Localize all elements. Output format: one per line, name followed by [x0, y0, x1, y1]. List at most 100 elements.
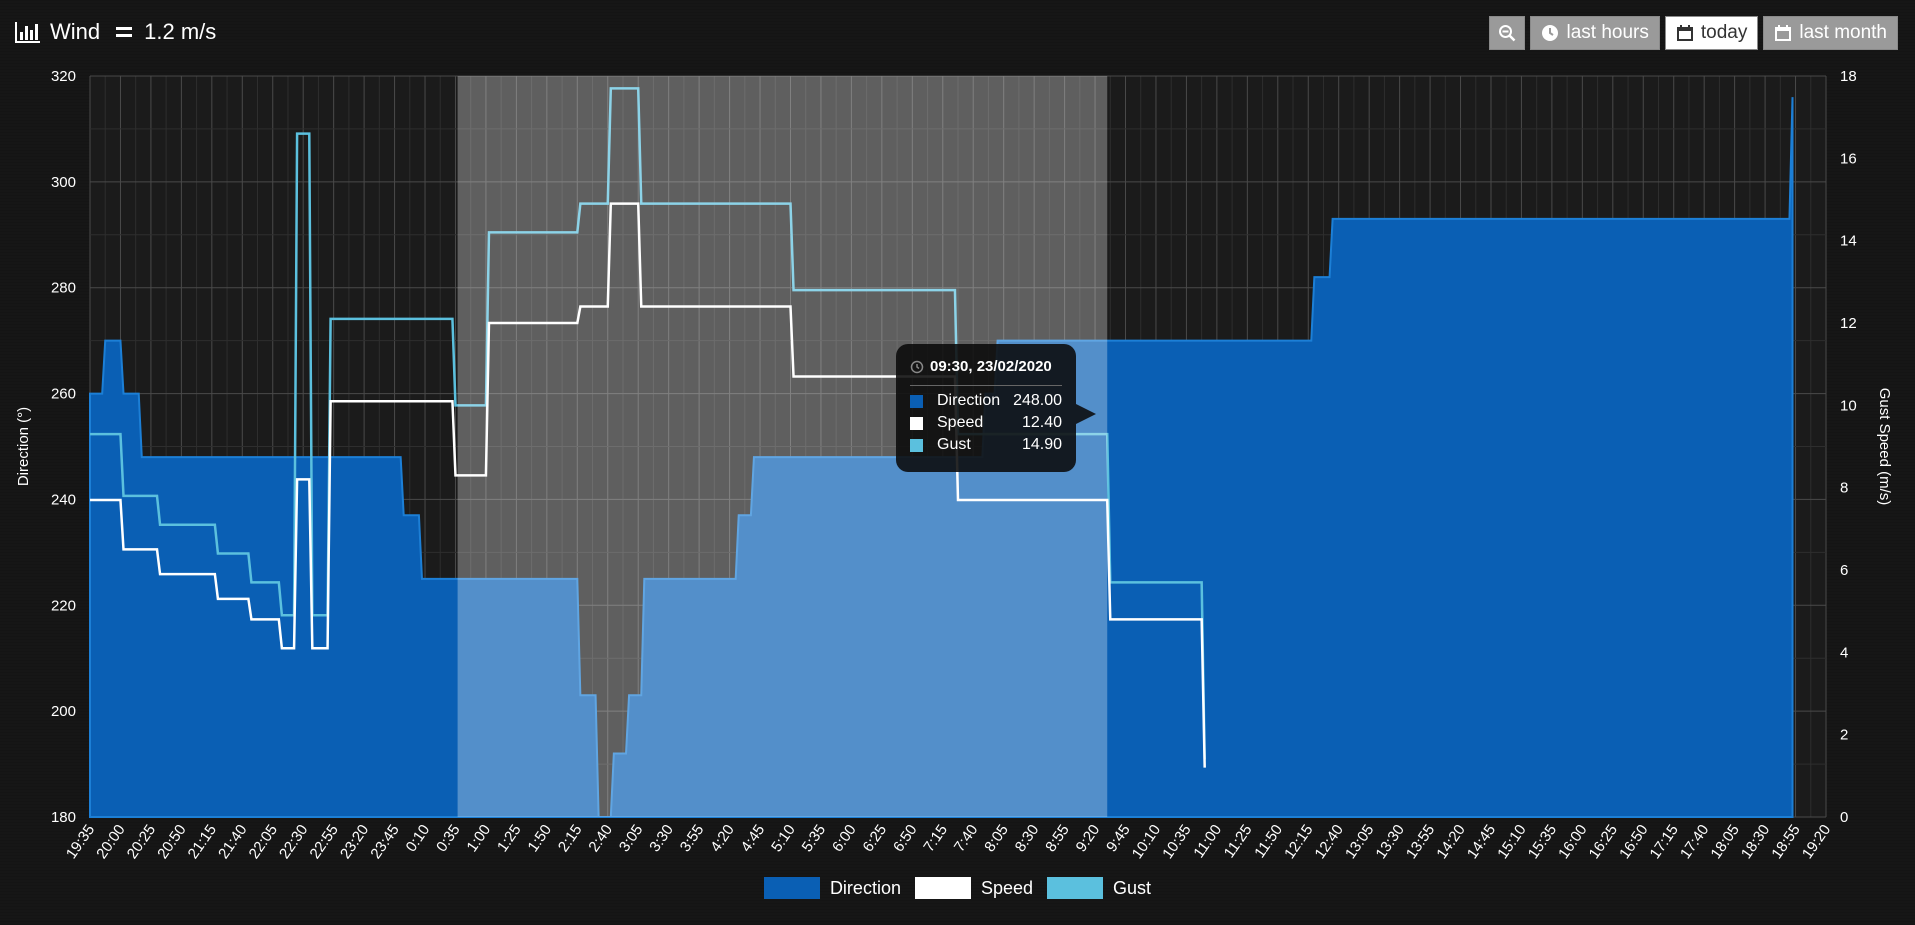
y-tick-label: 220 — [51, 597, 76, 614]
legend-label: Gust — [1113, 877, 1152, 898]
x-tick-label: 16:25 — [1586, 822, 1621, 863]
x-tick-label: 1:25 — [494, 822, 525, 856]
y2-tick-label: 10 — [1840, 397, 1857, 414]
x-tick-label: 10:10 — [1129, 822, 1164, 863]
legend-swatch — [1047, 877, 1104, 899]
y2-tick-label: 4 — [1840, 644, 1848, 661]
y-tick-label: 300 — [51, 174, 76, 191]
tooltip-row-direction: Direction 248.00 — [910, 390, 1062, 412]
y2-tick-label: 16 — [1840, 150, 1857, 167]
tooltip-row-speed: Speed 12.40 — [910, 412, 1062, 434]
y-axis-title: Direction (°) — [15, 407, 32, 486]
x-tick-label: 3:05 — [616, 822, 647, 856]
y-tick-label: 180 — [51, 809, 76, 826]
x-tick-label: 7:40 — [951, 822, 982, 856]
y2-tick-label: 2 — [1840, 727, 1848, 744]
x-tick-label: 20:00 — [93, 822, 128, 863]
x-tick-label: 16:50 — [1616, 822, 1651, 863]
y-tick-label: 280 — [51, 280, 76, 297]
legend-label: Direction — [829, 877, 901, 898]
x-tick-label: 8:55 — [1042, 822, 1073, 856]
x-tick-label: 20:25 — [124, 822, 159, 863]
tooltip-row-name: Speed — [937, 414, 984, 431]
tooltip-row-name: Gust — [937, 436, 971, 453]
x-tick-label: 22:05 — [246, 822, 281, 863]
y2-tick-label: 12 — [1840, 315, 1857, 332]
tooltip-time: 09:30, 23/02/2020 — [930, 358, 1052, 375]
x-tick-label: 12:15 — [1281, 822, 1316, 863]
x-tick-label: 8:30 — [1012, 822, 1043, 856]
x-tick-label: 13:05 — [1342, 822, 1377, 863]
y2-tick-label: 6 — [1840, 562, 1848, 579]
x-tick-label: 0:35 — [433, 822, 464, 856]
x-tick-label: 2:40 — [585, 822, 616, 856]
y2-axis-title: Gust Speed (m/s) — [1876, 388, 1893, 506]
x-tick-label: 19:20 — [1799, 822, 1834, 863]
x-tick-label: 2:15 — [555, 822, 586, 856]
speed-swatch — [910, 416, 923, 430]
x-tick-label: 13:30 — [1372, 822, 1407, 863]
x-tick-label: 18:05 — [1707, 822, 1742, 863]
tooltip-divider — [910, 385, 1062, 386]
x-tick-label: 13:55 — [1403, 822, 1438, 863]
tooltip: 09:30, 23/02/2020 Direction 248.00 Speed… — [896, 344, 1096, 472]
x-tick-label: 23:45 — [367, 822, 402, 863]
legend-item-speed[interactable]: Speed — [914, 877, 1034, 899]
x-tick-label: 4:20 — [707, 822, 738, 856]
x-tick-label: 14:20 — [1433, 822, 1468, 863]
y-tick-label: 320 — [51, 68, 76, 85]
x-tick-label: 5:35 — [799, 822, 830, 856]
tooltip-row-value: 248.00 — [1013, 392, 1062, 409]
x-tick-label: 23:20 — [337, 822, 372, 863]
x-tick-label: 11:25 — [1221, 822, 1256, 862]
direction-swatch — [910, 394, 923, 408]
x-tick-label: 11:50 — [1251, 822, 1286, 862]
legend: Direction Speed Gust — [0, 877, 1915, 899]
x-tick-label: 14:45 — [1464, 822, 1499, 863]
y2-tick-label: 0 — [1840, 809, 1848, 826]
x-tick-label: 18:55 — [1768, 822, 1803, 863]
x-tick-label: 22:30 — [276, 822, 311, 863]
y2-tick-label: 18 — [1840, 68, 1857, 85]
tooltip-arrow — [1076, 404, 1096, 424]
x-tick-label: 22:55 — [306, 822, 341, 863]
x-tick-label: 17:40 — [1677, 822, 1712, 863]
y-tick-label: 200 — [51, 703, 76, 720]
legend-item-gust[interactable]: Gust — [1047, 877, 1151, 899]
x-tick-label: 11:00 — [1190, 822, 1225, 862]
legend-swatch — [914, 877, 971, 899]
y-tick-label: 240 — [51, 491, 76, 508]
x-tick-label: 0:10 — [403, 822, 434, 856]
x-tick-label: 20:50 — [154, 822, 189, 863]
x-tick-label: 21:40 — [215, 822, 250, 863]
legend-item-direction[interactable]: Direction — [763, 877, 901, 899]
x-tick-label: 1:50 — [524, 822, 555, 856]
x-tick-label: 3:30 — [646, 822, 677, 856]
x-tick-label: 6:50 — [890, 822, 921, 856]
legend-label: Speed — [980, 877, 1034, 898]
x-tick-label: 15:35 — [1525, 822, 1560, 863]
y-tick-label: 260 — [51, 386, 76, 403]
x-tick-label: 15:10 — [1494, 822, 1529, 863]
tooltip-row-name: Direction — [937, 392, 1001, 409]
legend-swatch — [763, 877, 820, 899]
tooltip-row-value: 14.90 — [1021, 436, 1062, 453]
x-tick-label: 17:15 — [1647, 822, 1682, 863]
x-tick-label: 6:00 — [829, 822, 860, 856]
x-tick-label: 16:00 — [1555, 822, 1590, 863]
x-tick-label: 18:30 — [1738, 822, 1773, 863]
tooltip-header: 09:30, 23/02/2020 — [910, 358, 1062, 375]
x-tick-label: 5:10 — [768, 822, 799, 856]
clock-icon — [910, 360, 924, 373]
x-tick-label: 12:40 — [1312, 822, 1347, 863]
x-tick-label: 7:15 — [920, 822, 951, 856]
x-tick-label: 8:05 — [981, 822, 1012, 856]
x-tick-label: 1:00 — [464, 822, 495, 856]
x-tick-label: 21:15 — [185, 822, 220, 863]
tooltip-row-value: 12.40 — [1021, 414, 1062, 431]
gust-swatch — [910, 438, 923, 452]
x-tick-label: 10:35 — [1159, 822, 1194, 863]
y2-tick-label: 8 — [1840, 480, 1848, 497]
x-tick-label: 3:55 — [677, 822, 708, 856]
tooltip-row-gust: Gust 14.90 — [910, 434, 1062, 456]
